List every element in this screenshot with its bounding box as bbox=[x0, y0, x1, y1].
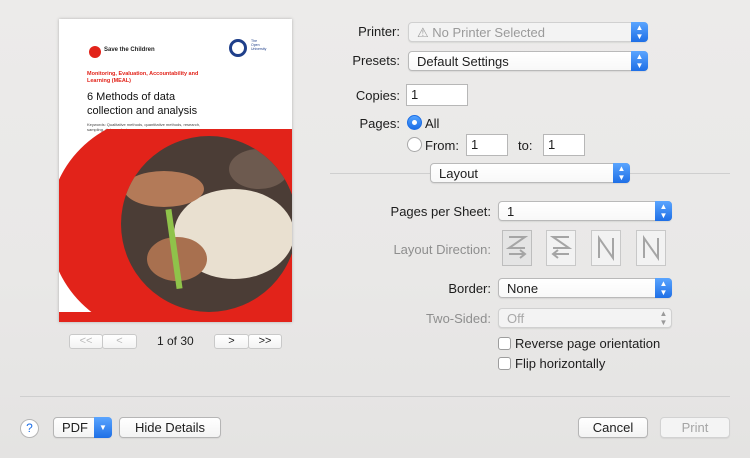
pages-to-label: to: bbox=[518, 138, 533, 153]
reverse-orientation-label: Reverse page orientation bbox=[515, 336, 661, 351]
warning-icon: ⚠ bbox=[417, 25, 429, 40]
section-popup[interactable]: Layout ▲ ▼ bbox=[430, 163, 630, 183]
print-button[interactable]: Print bbox=[660, 417, 730, 438]
next-page-button[interactable]: > bbox=[214, 334, 249, 349]
direction-z-icon bbox=[506, 236, 528, 259]
chevron-updown-icon: ▲ ▼ bbox=[659, 309, 668, 327]
cancel-button[interactable]: Cancel bbox=[578, 417, 648, 438]
pages-per-sheet-popup[interactable]: 1 ▲ ▼ bbox=[498, 201, 672, 221]
printer-value: No Printer Selected bbox=[432, 25, 546, 40]
pages-to-field[interactable]: 1 bbox=[543, 134, 585, 156]
reverse-orientation-checkbox[interactable] bbox=[498, 337, 511, 350]
flip-horizontally-checkbox[interactable] bbox=[498, 357, 511, 370]
pdf-menu-button[interactable]: PDF ▼ bbox=[53, 417, 112, 438]
section-value: Layout bbox=[439, 166, 479, 181]
pages-from-label: From: bbox=[425, 138, 459, 153]
save-the-children-logo bbox=[89, 46, 101, 58]
university-name: The Open University bbox=[251, 39, 267, 51]
pages-all-label: All bbox=[425, 116, 440, 131]
chevron-down-icon: ▼ bbox=[94, 417, 112, 438]
pages-per-sheet-value: 1 bbox=[507, 204, 515, 219]
two-sided-popup[interactable]: Off ▲ ▼ bbox=[498, 308, 672, 328]
doc-title: 6 Methods of data collection and analysi… bbox=[87, 91, 198, 117]
layout-direction-label: Layout Direction: bbox=[393, 242, 491, 257]
document-preview: Save the Children The Open University Mo… bbox=[59, 19, 292, 322]
footer-separator bbox=[20, 396, 730, 397]
last-page-button[interactable]: >> bbox=[248, 334, 282, 349]
chevron-updown-icon: ▲ ▼ bbox=[655, 278, 672, 298]
pdf-label: PDF bbox=[62, 420, 88, 435]
hide-details-button[interactable]: Hide Details bbox=[119, 417, 221, 438]
direction-s-icon bbox=[550, 236, 572, 259]
direction-n-button[interactable] bbox=[636, 230, 666, 266]
pages-range-radio[interactable] bbox=[407, 137, 422, 152]
open-university-logo bbox=[229, 39, 247, 57]
org-name: Save the Children bbox=[104, 47, 155, 53]
flip-horizontally-label: Flip horizontally bbox=[515, 356, 606, 371]
direction-n-reverse-icon bbox=[598, 234, 614, 262]
chevron-updown-icon: ▲ ▼ bbox=[613, 163, 630, 183]
border-value: None bbox=[507, 281, 539, 296]
direction-z-button[interactable] bbox=[502, 230, 532, 266]
page-indicator: 1 of 30 bbox=[157, 334, 194, 348]
chevron-updown-icon: ▲ ▼ bbox=[631, 22, 648, 42]
presets-popup[interactable]: Default Settings ▲ ▼ bbox=[408, 51, 648, 71]
chevron-updown-icon: ▲ ▼ bbox=[655, 201, 672, 221]
direction-s-button[interactable] bbox=[546, 230, 576, 266]
doc-series: Monitoring, Evaluation, Accountability a… bbox=[87, 71, 199, 84]
copies-field[interactable]: 1 bbox=[406, 84, 468, 106]
border-label: Border: bbox=[448, 281, 491, 296]
direction-n-reverse-button[interactable] bbox=[591, 230, 621, 266]
pages-all-radio[interactable] bbox=[407, 115, 422, 130]
cover-photo bbox=[59, 129, 292, 322]
printer-label: Printer: bbox=[358, 24, 400, 39]
two-sided-label: Two-Sided: bbox=[425, 311, 491, 326]
direction-n-icon bbox=[643, 234, 659, 262]
two-sided-value: Off bbox=[507, 311, 525, 326]
pages-from-field[interactable]: 1 bbox=[466, 134, 508, 156]
help-button[interactable]: ? bbox=[20, 419, 39, 438]
presets-value: Default Settings bbox=[417, 54, 509, 69]
first-page-button[interactable]: << bbox=[69, 334, 103, 349]
presets-label: Presets: bbox=[352, 53, 400, 68]
chevron-updown-icon: ▲ ▼ bbox=[631, 51, 648, 71]
copies-label: Copies: bbox=[355, 88, 400, 103]
printer-popup[interactable]: ⚠ No Printer Selected ▲ ▼ bbox=[408, 22, 648, 42]
pages-per-sheet-label: Pages per Sheet: bbox=[390, 204, 491, 219]
pages-label: Pages: bbox=[359, 116, 400, 131]
border-popup[interactable]: None ▲ ▼ bbox=[498, 278, 672, 298]
previous-page-button[interactable]: < bbox=[102, 334, 137, 349]
